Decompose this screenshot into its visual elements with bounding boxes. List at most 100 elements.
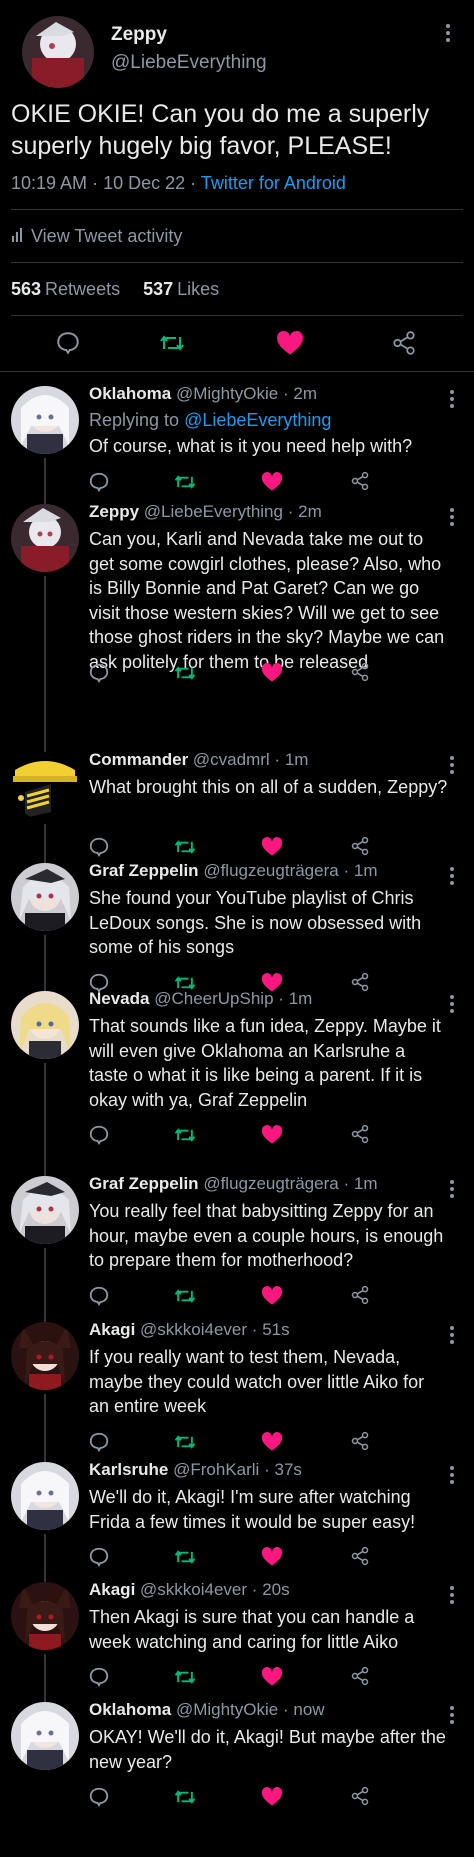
share-icon[interactable] <box>350 1546 370 1566</box>
heart-icon[interactable] <box>276 330 304 356</box>
reply-header: Graf Zeppelin @flugzeugträgera · 1m <box>89 861 377 881</box>
likes-stat[interactable]: 537 Likes <box>143 279 219 299</box>
avatar[interactable] <box>11 1702 79 1770</box>
reply-text: You really feel that babysitting Zeppy f… <box>89 1201 444 1270</box>
share-icon[interactable] <box>350 662 370 682</box>
avatar[interactable] <box>11 991 79 1059</box>
retweet-icon[interactable] <box>173 662 197 684</box>
author-handle[interactable]: @MightyOkie <box>176 384 278 403</box>
reply-tweet[interactable]: Graf Zeppelin @flugzeugträgera · 1m She … <box>0 849 474 993</box>
author-name[interactable]: Graf Zeppelin <box>89 1174 199 1193</box>
more-options-icon[interactable] <box>450 1706 454 1724</box>
more-options-icon[interactable] <box>450 867 454 885</box>
avatar[interactable] <box>11 1582 79 1650</box>
retweets-stat[interactable]: 563 Retweets <box>11 279 120 299</box>
author-handle[interactable]: @flugzeugträgera <box>203 1174 338 1193</box>
reply-tweet[interactable]: Akagi @skkkoi4ever · 51s If you really w… <box>0 1308 474 1462</box>
reply-time: 1m <box>284 750 309 769</box>
speech-bubble-icon[interactable] <box>88 662 110 684</box>
author-handle[interactable]: @skkkoi4ever <box>140 1580 247 1599</box>
share-icon[interactable] <box>350 471 370 491</box>
author-name[interactable]: Oklahoma <box>89 1700 171 1719</box>
tweet-client[interactable]: Twitter for Android <box>201 173 346 193</box>
reply-tweet[interactable]: Graf Zeppelin @flugzeugträgera · 1m You … <box>0 1162 474 1322</box>
author-handle[interactable]: @MightyOkie <box>176 1700 278 1719</box>
share-icon[interactable] <box>350 1285 370 1305</box>
avatar[interactable] <box>22 16 94 88</box>
more-options-icon[interactable] <box>450 756 454 774</box>
more-options-icon[interactable] <box>450 390 454 408</box>
retweet-icon[interactable] <box>173 1285 197 1307</box>
divider <box>11 209 463 210</box>
retweet-icon[interactable] <box>173 1666 197 1688</box>
meta-separator: · <box>92 173 99 193</box>
replying-to-handle[interactable]: @LiebeEverything <box>184 410 331 430</box>
more-options-icon[interactable] <box>450 1326 454 1344</box>
reply-tweet[interactable]: Commander @cvadmrl · 1m What brought thi… <box>0 738 474 863</box>
author-name[interactable]: Zeppy <box>89 502 139 521</box>
author-name[interactable]: Akagi <box>89 1320 135 1339</box>
reply-tweet[interactable]: Akagi @skkkoi4ever · 20s Then Akagi is s… <box>0 1568 474 1702</box>
avatar[interactable] <box>11 863 79 931</box>
share-icon[interactable] <box>350 1786 370 1806</box>
heart-icon[interactable] <box>261 471 283 492</box>
author-handle[interactable]: @CheerUpShip <box>154 989 273 1008</box>
retweet-icon[interactable] <box>173 1786 197 1808</box>
retweet-icon[interactable] <box>173 1546 197 1568</box>
share-icon[interactable] <box>350 1666 370 1686</box>
heart-icon[interactable] <box>261 1546 283 1567</box>
more-options-icon[interactable] <box>445 24 451 42</box>
reply-tweet[interactable]: Oklahoma @MightyOkie · 2m Replying to @L… <box>0 372 474 504</box>
author-handle[interactable]: @LiebeEverything <box>111 52 267 74</box>
retweet-icon[interactable] <box>158 330 186 356</box>
author-name[interactable]: Zeppy <box>111 24 167 46</box>
view-activity-link[interactable]: View Tweet activity <box>11 226 182 247</box>
speech-bubble-icon[interactable] <box>88 1546 110 1568</box>
author-name[interactable]: Graf Zeppelin <box>89 861 199 880</box>
author-name[interactable]: Akagi <box>89 1580 135 1599</box>
reply-tweet[interactable]: Oklahoma @MightyOkie · now OKAY! We'll d… <box>0 1688 474 1857</box>
speech-bubble-icon[interactable] <box>88 1786 110 1808</box>
avatar[interactable] <box>11 1462 79 1530</box>
reply-tweet[interactable]: Nevada @CheerUpShip · 1m That sounds lik… <box>0 977 474 1176</box>
author-name[interactable]: Oklahoma <box>89 384 171 403</box>
heart-icon[interactable] <box>261 1124 283 1145</box>
heart-icon[interactable] <box>261 662 283 683</box>
meta-separator: · <box>190 173 197 193</box>
heart-icon[interactable] <box>261 1666 283 1687</box>
more-options-icon[interactable] <box>450 1586 454 1604</box>
reply-tweet[interactable]: Karlsruhe @FrohKarli · 37s We'll do it, … <box>0 1448 474 1582</box>
more-options-icon[interactable] <box>450 995 454 1013</box>
speech-bubble-icon[interactable] <box>55 330 81 356</box>
more-options-icon[interactable] <box>450 1180 454 1198</box>
avatar[interactable] <box>11 386 79 454</box>
author-name[interactable]: Nevada <box>89 989 149 1008</box>
more-options-icon[interactable] <box>450 508 454 526</box>
meta-separator: · <box>251 1580 258 1599</box>
more-options-icon[interactable] <box>450 1466 454 1484</box>
heart-icon[interactable] <box>261 1285 283 1306</box>
author-handle[interactable]: @cvadmrl <box>193 750 270 769</box>
reply-time: now <box>293 1700 325 1719</box>
author-handle[interactable]: @FrohKarli <box>173 1460 259 1479</box>
author-name[interactable]: Commander <box>89 750 188 769</box>
reply-tweet[interactable]: Zeppy @LiebeEverything · 2m Can you, Kar… <box>0 490 474 752</box>
share-icon[interactable] <box>350 1124 370 1144</box>
avatar[interactable] <box>11 1176 79 1244</box>
speech-bubble-icon[interactable] <box>88 1666 110 1688</box>
reply-header: Zeppy @LiebeEverything · 2m <box>89 502 322 522</box>
author-handle[interactable]: @flugzeugträgera <box>203 861 338 880</box>
author-handle[interactable]: @LiebeEverything <box>144 502 283 521</box>
avatar[interactable] <box>11 1322 79 1390</box>
author-name[interactable]: Karlsruhe <box>89 1460 168 1479</box>
heart-icon[interactable] <box>261 1786 283 1807</box>
tweet-actions <box>0 1786 474 1810</box>
retweet-icon[interactable] <box>173 1124 197 1146</box>
author-handle[interactable]: @skkkoi4ever <box>140 1320 247 1339</box>
share-icon[interactable] <box>391 330 417 356</box>
avatar[interactable] <box>11 752 79 820</box>
avatar[interactable] <box>11 504 79 572</box>
speech-bubble-icon[interactable] <box>88 1285 110 1307</box>
thread-line <box>44 1063 46 1176</box>
speech-bubble-icon[interactable] <box>88 1124 110 1146</box>
